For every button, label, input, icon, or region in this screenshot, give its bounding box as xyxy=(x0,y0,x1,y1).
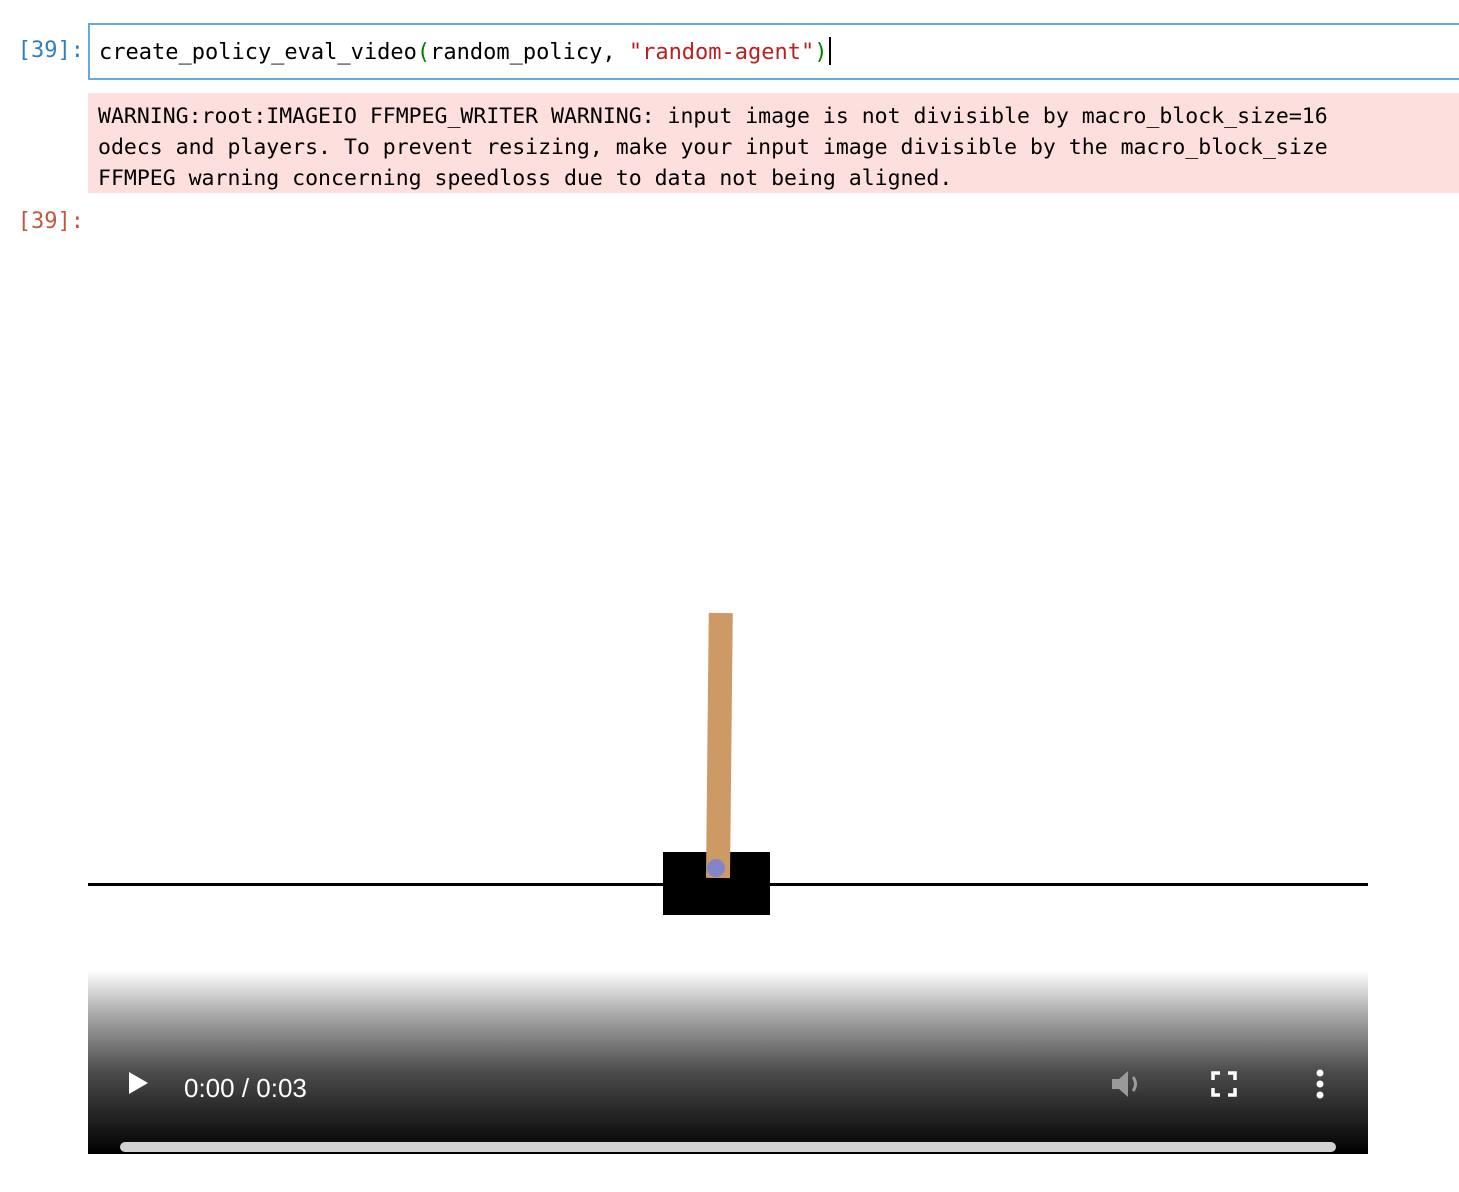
output-prompt: [39]: xyxy=(17,209,84,234)
code-close-paren: ) xyxy=(814,40,828,65)
stderr-line: odecs and players. To prevent resizing, … xyxy=(98,135,1328,160)
video-controls: 0:00 / 0:03 xyxy=(88,970,1368,1154)
code-line[interactable]: create_policy_eval_video(random_policy, … xyxy=(99,37,831,68)
code-arg-policy: random_policy, xyxy=(430,40,629,65)
code-function-name: create_policy_eval_video xyxy=(99,40,417,65)
stderr-line: WARNING:root:IMAGEIO FFMPEG_WRITER WARNI… xyxy=(98,104,1328,129)
video-player[interactable]: 0:00 / 0:03 xyxy=(88,233,1368,1154)
time-display: 0:00 / 0:03 xyxy=(184,1073,307,1103)
stderr-output: WARNING:root:IMAGEIO FFMPEG_WRITER WARNI… xyxy=(88,93,1459,193)
cartpole-axle xyxy=(707,859,725,877)
code-open-paren: ( xyxy=(416,40,431,65)
more-options-button[interactable] xyxy=(1300,1066,1340,1102)
video-progress-bar[interactable] xyxy=(120,1142,1336,1152)
fullscreen-icon xyxy=(1211,1071,1237,1097)
play-button[interactable] xyxy=(122,1068,152,1098)
code-input-cell[interactable]: create_policy_eval_video(random_policy, … xyxy=(88,23,1459,80)
mute-button[interactable] xyxy=(1108,1066,1148,1102)
code-arg-string: "random-agent" xyxy=(628,40,815,65)
input-prompt: [39]: xyxy=(17,38,84,63)
more-options-icon xyxy=(1316,1069,1324,1099)
stderr-line: FFMPEG warning concerning speedloss due … xyxy=(98,166,953,191)
cartpole-pole xyxy=(706,612,733,879)
text-cursor xyxy=(828,37,831,65)
fullscreen-button[interactable] xyxy=(1204,1066,1244,1102)
volume-icon xyxy=(1112,1071,1137,1097)
play-icon xyxy=(129,1072,148,1094)
